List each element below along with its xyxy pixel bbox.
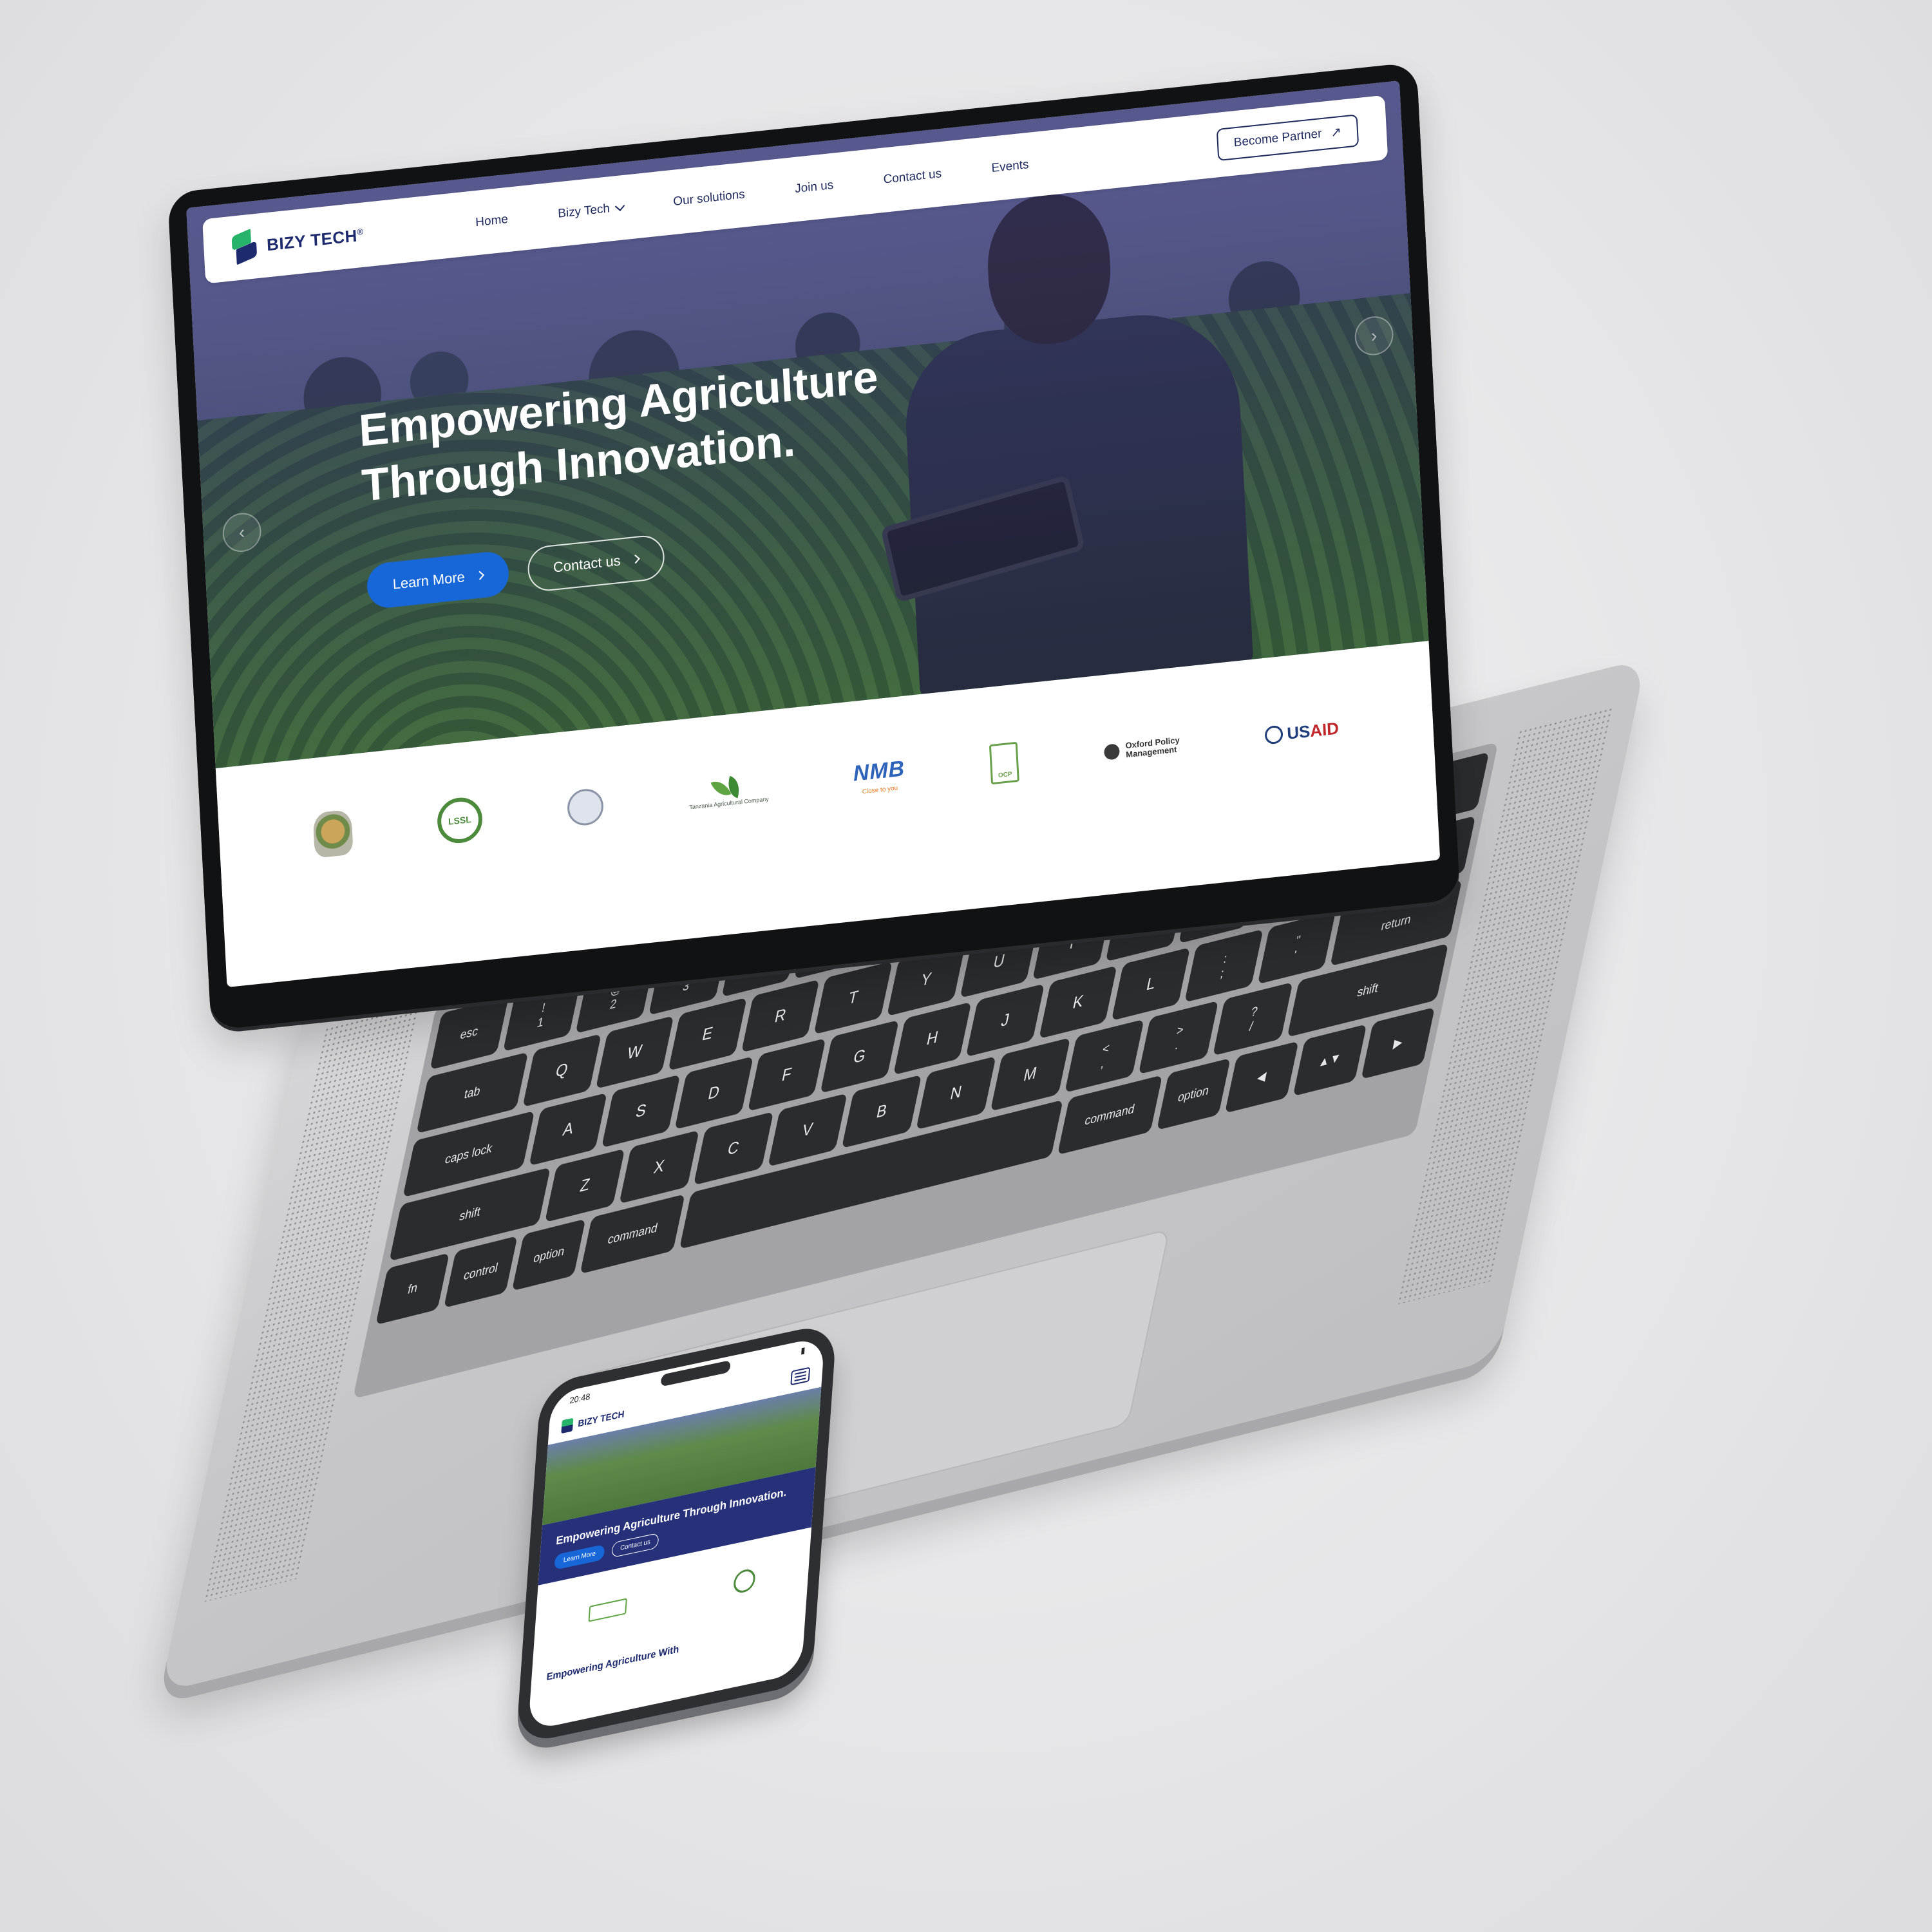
key-g[interactable]: G [820, 1019, 899, 1094]
key-r[interactable]: R [741, 979, 820, 1053]
key-q[interactable]: Q [522, 1034, 601, 1108]
chevron-right-icon: › [1370, 325, 1378, 346]
key-h[interactable]: H [893, 1001, 972, 1075]
key-arrow-right[interactable]: ▶ [1361, 1007, 1435, 1079]
nav-home[interactable]: Home [475, 213, 509, 230]
ocp-logo: OCP [989, 741, 1020, 785]
key-arrow-up-down[interactable]: ▲▼ [1293, 1024, 1367, 1097]
nav-our-solutions[interactable]: Our solutions [673, 187, 745, 209]
phone-brand-name[interactable]: BIZY TECH [578, 1408, 625, 1429]
partner-tanzania-crest [312, 809, 354, 858]
key-esc[interactable]: esc [430, 996, 509, 1070]
nmb-tagline: Close to you [862, 784, 898, 796]
leaf-icon [711, 776, 745, 799]
phone-battery-icon: ▮ [800, 1345, 806, 1356]
partner-nmb: NMB Close to you [853, 756, 906, 796]
chevron-right-icon [475, 571, 484, 580]
opm-logo: Oxford Policy Management [1103, 735, 1180, 762]
nav-bizy-tech[interactable]: Bizy Tech [558, 200, 625, 222]
arrow-up-right-icon: ↗ [1330, 124, 1342, 140]
menu-icon[interactable] [790, 1367, 811, 1386]
chevron-left-icon: ‹ [238, 522, 246, 543]
partner-ocp: OCP [989, 741, 1020, 785]
emblem-icon [566, 787, 605, 828]
partner-usaid: USAID [1264, 718, 1340, 746]
partner-logo [588, 1598, 627, 1623]
opm-mark-icon [1103, 743, 1120, 761]
key-t[interactable]: T [813, 961, 893, 1035]
nmb-logo: NMB [852, 756, 905, 786]
brand-name: BIZY TECH® [266, 225, 364, 254]
laptop-lid: BIZY TECH® Home Bizy Tech Our solutions … [167, 62, 1461, 1031]
laptop-mockup: esc !1 @2 #3 $4 %5 ^6 &7 *8 (9 )0 _- += … [0, 0, 1932, 1932]
partner-caption: Tanzania Agricultural Company [689, 795, 770, 811]
learn-more-label: Learn More [392, 568, 466, 592]
key-f[interactable]: F [747, 1037, 826, 1112]
phone-learn-more-button[interactable]: Learn More [554, 1544, 605, 1571]
key-quote[interactable]: " ' [1257, 911, 1336, 985]
key-e[interactable]: E [668, 997, 747, 1071]
logo-mark [231, 228, 258, 265]
become-partner-label: Become Partner [1233, 127, 1322, 150]
partner-emblem [566, 787, 605, 828]
key-l[interactable]: L [1112, 947, 1191, 1021]
key-a[interactable]: A [529, 1092, 608, 1166]
phone-screen: 20:48 ▮ BIZY TECH Empowering Agriculture… [527, 1336, 825, 1731]
nav-contact-us[interactable]: Contact us [883, 167, 942, 187]
key-semicolon[interactable]: :; [1184, 929, 1264, 1003]
coat-of-arms-icon [312, 809, 354, 858]
key-d[interactable]: D [674, 1056, 753, 1130]
key-w[interactable]: W [595, 1016, 674, 1089]
key-fn[interactable]: fn [375, 1253, 450, 1325]
nav-join-us[interactable]: Join us [795, 178, 834, 196]
key-option-right[interactable]: option [1156, 1057, 1231, 1131]
laptop-screen: BIZY TECH® Home Bizy Tech Our solutions … [186, 80, 1441, 988]
usaid-seal-icon [1264, 724, 1284, 745]
chevron-right-icon [630, 554, 640, 564]
key-s[interactable]: S [601, 1074, 681, 1148]
phone-time: 20:48 [569, 1390, 591, 1406]
key-k[interactable]: K [1038, 965, 1118, 1039]
brand-logo[interactable]: BIZY TECH® [231, 216, 406, 265]
partner-tanzania-agri: Tanzania Agricultural Company [688, 774, 769, 811]
become-partner-button[interactable]: Become Partner ↗ [1216, 114, 1359, 162]
contact-us-label: Contact us [553, 552, 621, 576]
lssl-logo: LSSL [436, 795, 484, 846]
partner-logo [733, 1567, 756, 1595]
phone-mockup: 20:48 ▮ BIZY TECH Empowering Agriculture… [515, 1321, 837, 1746]
chevron-down-icon [614, 200, 625, 211]
partner-lssl: LSSL [436, 795, 484, 846]
usaid-logo: USAID [1264, 718, 1340, 746]
key-j[interactable]: J [965, 983, 1045, 1057]
phone-contact-us-button[interactable]: Contact us [611, 1533, 659, 1558]
nav-events[interactable]: Events [991, 158, 1029, 176]
logo-mark [561, 1417, 574, 1434]
partner-opm: Oxford Policy Management [1103, 735, 1180, 762]
key-arrow-left[interactable]: ◀ [1224, 1041, 1299, 1113]
key-option-left[interactable]: option [511, 1218, 586, 1291]
key-control[interactable]: control [444, 1235, 518, 1309]
